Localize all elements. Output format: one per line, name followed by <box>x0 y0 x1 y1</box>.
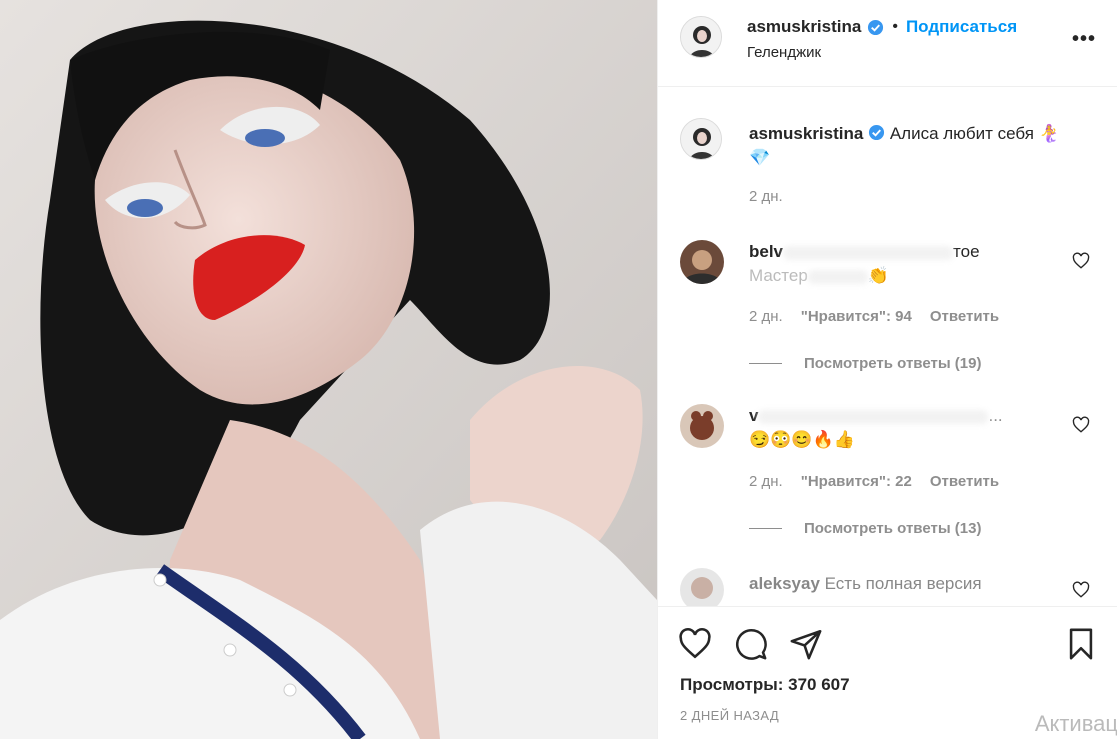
heart-icon[interactable] <box>1072 252 1090 270</box>
heart-icon[interactable] <box>1072 581 1090 599</box>
reply-button[interactable]: Ответить <box>930 473 999 490</box>
comment-username[interactable]: aleksyay <box>749 574 820 593</box>
caption-avatar[interactable] <box>680 118 722 160</box>
caption-body: Алиса любит себя 🧜‍♀️ <box>889 124 1060 143</box>
reply-button[interactable]: Ответить <box>930 308 999 325</box>
view-replies-button[interactable]: Посмотреть ответы (13) <box>749 520 981 537</box>
bookmark-icon[interactable] <box>1064 627 1098 661</box>
view-replies-label: Посмотреть ответы (13) <box>804 520 982 537</box>
view-replies-label: Посмотреть ответы (19) <box>804 355 982 372</box>
post-timestamp[interactable]: 2 ДНЕЙ НАЗАД <box>680 708 779 723</box>
views-count[interactable]: Просмотры: 370 607 <box>680 675 850 695</box>
windows-activation-watermark: Активац <box>1034 711 1117 736</box>
comment-avatar[interactable] <box>680 404 724 448</box>
post-media[interactable] <box>0 0 657 739</box>
comment-icon[interactable] <box>734 627 768 661</box>
comment-emoji: 😏😳😊🔥👍 <box>749 430 855 449</box>
comment-time[interactable]: 2 дн. <box>749 308 783 325</box>
post-location[interactable]: Гелeнджик <box>747 44 821 61</box>
comment-meta: 2 дн. "Нравится": 22 Ответить <box>749 473 999 490</box>
header-user-line: asmuskristina • Подписаться <box>747 17 1017 37</box>
caption-time[interactable]: 2 дн. <box>749 188 783 205</box>
author-username[interactable]: asmuskristina <box>747 17 861 37</box>
comment-text: v... 😏😳😊🔥👍 <box>749 404 1049 452</box>
heart-icon[interactable] <box>678 627 712 661</box>
verified-icon <box>868 19 884 35</box>
comment-emoji: 👏 <box>867 266 889 285</box>
comment-avatar[interactable] <box>680 240 724 284</box>
comment-meta: 2 дн. "Нравится": 94 Ответить <box>749 308 999 325</box>
replies-divider <box>749 528 782 529</box>
verified-icon <box>869 124 885 141</box>
post-actions: Просмотры: 370 607 2 ДНЕЙ НАЗАД Активац <box>658 606 1117 739</box>
separator-dot: • <box>892 18 898 35</box>
share-icon[interactable] <box>789 627 823 661</box>
comment-text-tail: ... <box>988 406 1003 425</box>
post-video-frame <box>0 0 657 739</box>
comment-body: Есть полная версия <box>824 574 982 593</box>
comment-text: aleksyay Есть полная версия <box>749 572 1049 596</box>
comment-username[interactable]: belv <box>749 242 783 261</box>
comment-text-tail: тое <box>953 242 980 261</box>
comments-list[interactable]: asmuskristina Алиса любит себя 🧜‍♀️ 💎 2 … <box>658 88 1117 606</box>
post-details-panel: asmuskristina • Подписаться Гелeнджик ••… <box>657 0 1117 739</box>
comment-likes[interactable]: "Нравится": 22 <box>801 473 912 490</box>
caption-meta: 2 дн. <box>749 188 783 205</box>
comment-text: belv тое Мастер 👏 <box>749 240 1049 288</box>
comment-time[interactable]: 2 дн. <box>749 473 783 490</box>
follow-button[interactable]: Подписаться <box>906 17 1017 37</box>
comment-text-line2: Мастер <box>749 266 808 285</box>
replies-divider <box>749 363 782 364</box>
view-replies-button[interactable]: Посмотреть ответы (19) <box>749 355 981 372</box>
hidden-text <box>807 269 868 284</box>
post-header: asmuskristina • Подписаться Гелeнджик ••… <box>658 0 1117 87</box>
comment-likes[interactable]: "Нравится": 94 <box>801 308 912 325</box>
author-avatar[interactable] <box>680 16 722 58</box>
more-icon[interactable]: ••• <box>1072 28 1096 51</box>
comment-avatar[interactable] <box>680 568 724 606</box>
hidden-text <box>783 245 954 260</box>
comment-username[interactable]: v <box>749 406 758 425</box>
heart-icon[interactable] <box>1072 416 1090 434</box>
caption-body-line2: 💎 <box>749 148 771 167</box>
caption-text: asmuskristina Алиса любит себя 🧜‍♀️ 💎 <box>749 122 1079 170</box>
caption-username[interactable]: asmuskristina <box>749 124 863 143</box>
hidden-text <box>758 409 989 424</box>
